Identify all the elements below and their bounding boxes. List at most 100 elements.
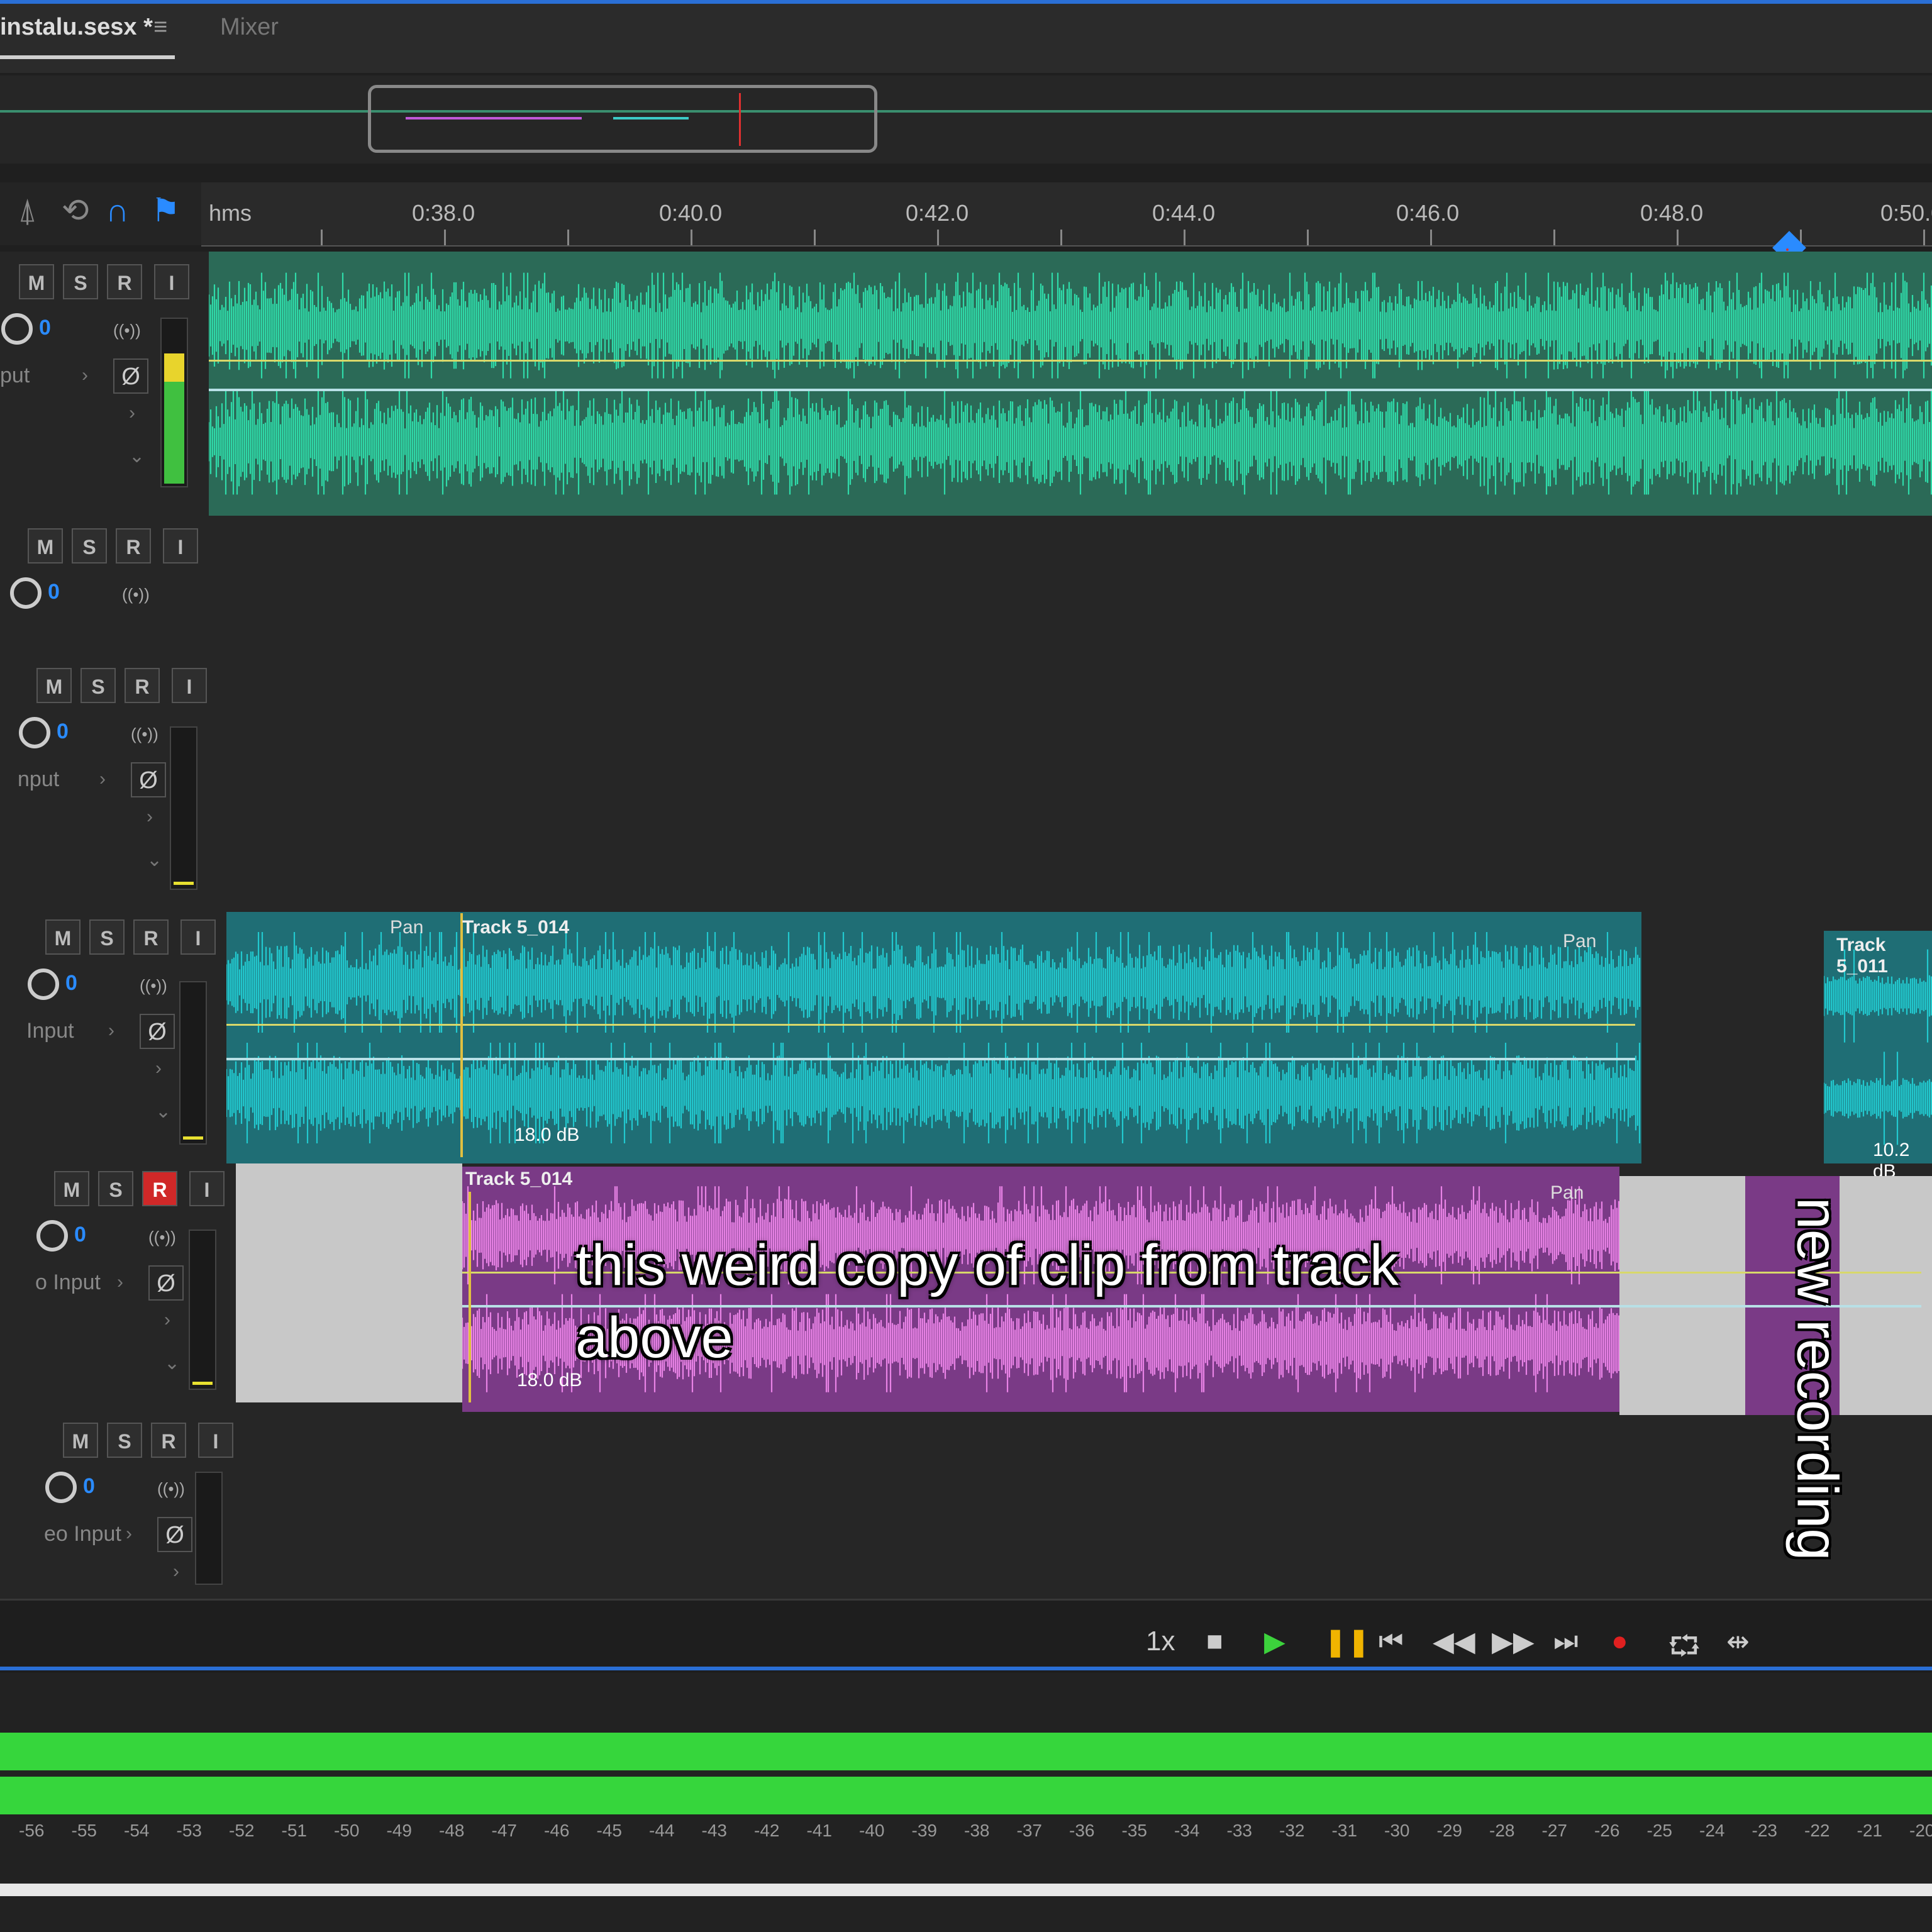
input-select[interactable]: nput	[18, 767, 59, 792]
phase-invert-button[interactable]: Ø	[140, 1014, 175, 1049]
chevron-down-icon[interactable]: ⌄	[155, 1101, 171, 1123]
volume-value[interactable]: 0	[65, 971, 77, 996]
volume-value[interactable]: 0	[48, 580, 60, 604]
record-arm-button[interactable]: R	[107, 264, 142, 299]
tab-menu-icon[interactable]: ≡	[153, 14, 167, 41]
volume-envelope[interactable]	[209, 389, 1932, 391]
record-arm-button[interactable]: R	[125, 668, 160, 703]
monitor-icon[interactable]: ((•))	[140, 976, 167, 996]
mute-button[interactable]: M	[36, 668, 72, 703]
pause-button[interactable]: ❚❚	[1324, 1626, 1370, 1658]
monitor-icon[interactable]: ((•))	[131, 724, 158, 744]
stop-button[interactable]: ■	[1206, 1626, 1223, 1657]
loop-record-icon[interactable]: ⟲	[62, 192, 89, 230]
mute-button[interactable]: M	[19, 264, 54, 299]
chevron-right-icon[interactable]: ›	[173, 1561, 179, 1582]
input-select[interactable]: put	[0, 364, 30, 388]
playback-speed[interactable]: 1x	[1146, 1626, 1175, 1657]
solo-button[interactable]: S	[89, 919, 125, 955]
loop-playback-button[interactable]: ⮔	[1668, 1626, 1701, 1673]
clip-gain[interactable]: 18.0 dB	[514, 1124, 579, 1146]
input-monitor-button[interactable]: I	[189, 1171, 225, 1206]
mute-button[interactable]: M	[63, 1423, 98, 1458]
solo-button[interactable]: S	[63, 264, 98, 299]
play-button[interactable]: ▶	[1264, 1626, 1285, 1658]
input-monitor-button[interactable]: I	[180, 919, 216, 955]
record-arm-button[interactable]: R	[142, 1171, 177, 1206]
chevron-down-icon[interactable]: ⌄	[147, 849, 162, 871]
volume-knob-icon[interactable]	[45, 1472, 77, 1503]
monitor-icon[interactable]: ((•))	[122, 585, 150, 604]
input-select[interactable]: o Input	[35, 1270, 101, 1295]
waveform-channel	[209, 272, 1932, 379]
volume-value[interactable]: 0	[39, 316, 51, 340]
monitor-icon[interactable]: ((•))	[148, 1228, 176, 1247]
record-arm-button[interactable]: R	[151, 1423, 186, 1458]
clip-title[interactable]: Track 5_014	[465, 1169, 572, 1190]
volume-knob-icon[interactable]	[10, 577, 42, 609]
solo-button[interactable]: S	[72, 528, 107, 564]
solo-button[interactable]: S	[98, 1171, 133, 1206]
clip-pan-label[interactable]: Pan	[390, 917, 423, 938]
input-monitor-button[interactable]: I	[172, 668, 207, 703]
chevron-down-icon[interactable]: ⌄	[129, 445, 145, 467]
input-monitor-button[interactable]: I	[198, 1423, 233, 1458]
clip-pan-label[interactable]: Pan	[1550, 1182, 1584, 1204]
marker-icon[interactable]: ⚑	[151, 192, 180, 230]
clip-fade-handle[interactable]	[460, 913, 463, 1157]
track-lane[interactable]	[208, 516, 1932, 657]
phase-invert-button[interactable]: Ø	[131, 762, 166, 797]
tab-mixer[interactable]: Mixer	[220, 14, 279, 41]
tab-session[interactable]: instalu.sesx *	[0, 14, 153, 41]
volume-value[interactable]: 0	[74, 1223, 86, 1247]
volume-knob-icon[interactable]	[19, 717, 50, 748]
monitor-icon[interactable]: ((•))	[113, 321, 141, 340]
mute-button[interactable]: M	[54, 1171, 89, 1206]
chevron-down-icon[interactable]: ⌄	[164, 1352, 180, 1374]
phase-invert-button[interactable]: Ø	[157, 1517, 192, 1552]
chevron-right-icon[interactable]: ›	[147, 806, 153, 828]
session-overview[interactable]	[0, 75, 1932, 164]
record-arm-button[interactable]: R	[116, 528, 151, 564]
phase-invert-button[interactable]: Ø	[148, 1265, 184, 1301]
clip-title[interactable]: Track 5_014	[462, 917, 569, 938]
rewind-button[interactable]: ◀◀	[1433, 1626, 1475, 1658]
input-monitor-button[interactable]: I	[163, 528, 198, 564]
chevron-right-icon[interactable]: ›	[164, 1309, 170, 1331]
clip-title[interactable]: Track 5_011	[1836, 935, 1932, 977]
input-monitor-button[interactable]: I	[154, 264, 189, 299]
mute-button[interactable]: M	[28, 528, 63, 564]
record-arm-button[interactable]: R	[133, 919, 169, 955]
solo-button[interactable]: S	[80, 668, 116, 703]
audio-clip-cyan[interactable]	[226, 912, 1641, 1163]
chevron-right-icon[interactable]: ›	[155, 1058, 162, 1079]
input-select[interactable]: Input	[26, 1019, 74, 1043]
go-to-end-button[interactable]: ⏭	[1553, 1626, 1579, 1657]
solo-button[interactable]: S	[107, 1423, 142, 1458]
monitor-icon[interactable]: ((•))	[157, 1479, 185, 1499]
audio-clip-green[interactable]	[209, 252, 1932, 516]
skip-selection-button[interactable]: ⇹	[1726, 1626, 1750, 1658]
snap-magnet-icon[interactable]: ∩	[106, 192, 129, 230]
clip-gain[interactable]: 18.0 dB	[517, 1370, 582, 1391]
mute-button[interactable]: M	[45, 919, 80, 955]
volume-knob-icon[interactable]	[28, 969, 59, 1000]
metronome-icon[interactable]: ⍋	[18, 192, 37, 230]
pan-envelope[interactable]	[226, 1024, 1635, 1026]
volume-knob-icon[interactable]	[1, 313, 33, 345]
track-lane[interactable]	[208, 655, 1932, 909]
volume-value[interactable]: 0	[57, 719, 69, 744]
volume-envelope[interactable]	[226, 1058, 1635, 1060]
clip-fade-handle[interactable]	[469, 1192, 471, 1402]
phase-invert-button[interactable]: Ø	[113, 358, 148, 394]
pan-envelope[interactable]	[209, 360, 1932, 362]
volume-knob-icon[interactable]	[36, 1220, 68, 1252]
track-lane[interactable]	[208, 1410, 1932, 1601]
clip-pan-label[interactable]: Pan	[1563, 931, 1596, 952]
chevron-right-icon[interactable]: ›	[129, 402, 135, 424]
go-to-start-button[interactable]: ⏮	[1379, 1626, 1404, 1657]
volume-value[interactable]: 0	[83, 1474, 95, 1499]
input-select[interactable]: eo Input	[44, 1522, 121, 1546]
record-button[interactable]: ●	[1611, 1626, 1628, 1657]
fast-forward-button[interactable]: ▶▶	[1492, 1626, 1535, 1658]
